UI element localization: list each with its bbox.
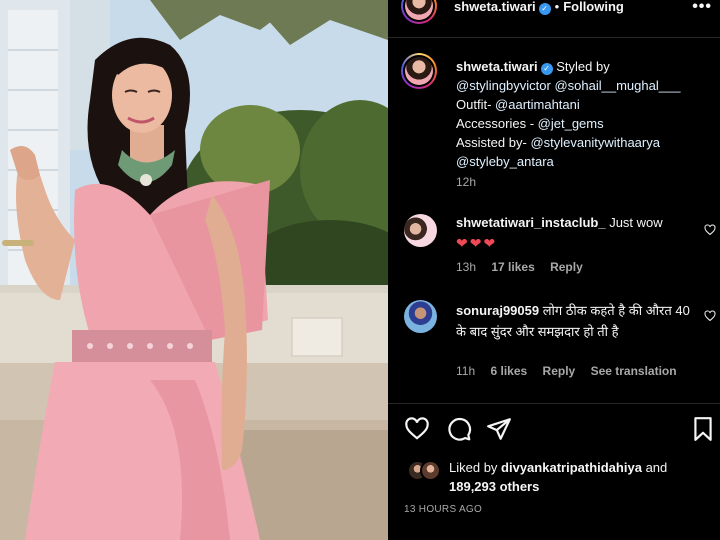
heart-icon[interactable] xyxy=(704,310,716,322)
caption-timestamp: 12h xyxy=(456,175,477,189)
caption-accessories: Accessories - xyxy=(456,116,535,131)
heart-icon[interactable] xyxy=(704,224,716,236)
mention-link[interactable]: @aartimahtani xyxy=(495,97,580,112)
comment-icon[interactable] xyxy=(446,416,472,442)
post-timestamp: 13 HOURS AGO xyxy=(404,504,483,515)
author-row: shweta.tiwari ✓ • Following xyxy=(454,0,624,15)
comment-likes[interactable]: 6 likes xyxy=(490,364,527,378)
post-side-panel: shweta.tiwari ✓ • Following ••• shweta.tiwa… xyxy=(388,0,720,540)
caption-assisted: Assisted by- xyxy=(456,135,527,150)
actions-divider xyxy=(388,403,720,404)
comment-hearts: ❤❤❤ xyxy=(456,235,498,251)
separator-dot: • xyxy=(554,0,560,14)
heart-icon[interactable] xyxy=(404,416,430,442)
bookmark-icon[interactable] xyxy=(690,416,716,442)
caption-username[interactable]: shweta.tiwari xyxy=(456,59,538,74)
post-actions xyxy=(388,412,720,448)
comment-text: Just wow xyxy=(609,215,663,230)
comment-meta: 11h 6 likes Reply See translation xyxy=(456,364,689,378)
mention-link[interactable]: @styleby_antara xyxy=(456,154,554,169)
reply-button[interactable]: Reply xyxy=(550,260,583,274)
liker-avatar[interactable] xyxy=(420,460,441,481)
commenter-username[interactable]: shwetatiwari_instaclub_ xyxy=(456,215,606,230)
commenter-avatar[interactable] xyxy=(404,300,437,333)
caption-avatar[interactable] xyxy=(401,53,437,89)
likes-text: Liked by divyankatripathidahiya and 189,… xyxy=(449,458,709,496)
see-translation-link[interactable]: See translation xyxy=(591,364,677,378)
commenter-username[interactable]: sonuraj99059 xyxy=(456,303,539,318)
mention-link[interactable]: @sohail__mughal___ xyxy=(554,78,680,93)
share-icon[interactable] xyxy=(486,416,512,442)
likes-summary: Liked by divyankatripathidahiya and 189,… xyxy=(404,457,714,497)
liked-by-conj: and xyxy=(645,460,668,475)
following-button[interactable]: Following xyxy=(563,0,624,14)
caption-outfit: Outfit- xyxy=(456,97,492,112)
caption-styled-by: Styled by xyxy=(556,59,610,74)
caption-text: shweta.tiwari ✓ Styled by @stylingbyvicto… xyxy=(456,57,712,171)
post-header: shweta.tiwari ✓ • Following ••• xyxy=(388,0,720,38)
post-photo-illustration xyxy=(0,0,388,540)
more-icon[interactable]: ••• xyxy=(692,0,712,16)
author-username[interactable]: shweta.tiwari xyxy=(454,0,536,14)
liker-avatars[interactable] xyxy=(407,460,447,482)
liked-by-username[interactable]: divyankatripathidahiya xyxy=(501,460,642,475)
author-avatar[interactable] xyxy=(401,0,437,24)
post-image[interactable] xyxy=(0,0,388,540)
comment-meta: 13h 17 likes Reply xyxy=(456,260,595,274)
comment-body: shwetatiwari_instaclub_ Just wow ❤❤❤ xyxy=(456,212,702,254)
verified-icon: ✓ xyxy=(538,3,551,15)
likes-count[interactable]: 189,293 others xyxy=(449,479,539,494)
commenter-avatar[interactable] xyxy=(404,214,437,247)
comment-time: 11h xyxy=(456,364,476,378)
mention-link[interactable]: @stylevanitywithaarya xyxy=(530,135,660,150)
reply-button[interactable]: Reply xyxy=(543,364,576,378)
verified-icon: ✓ xyxy=(540,63,553,75)
comment-body: sonuraj99059 लोग ठीक कहते है की औरत 40 क… xyxy=(456,300,696,342)
mention-link[interactable]: @stylingbyvictor xyxy=(456,78,551,93)
comment-time: 13h xyxy=(456,260,477,274)
liked-by-label: Liked by xyxy=(449,460,498,475)
mention-link[interactable]: @jet_gems xyxy=(538,116,604,131)
comment-likes[interactable]: 17 likes xyxy=(491,260,534,274)
